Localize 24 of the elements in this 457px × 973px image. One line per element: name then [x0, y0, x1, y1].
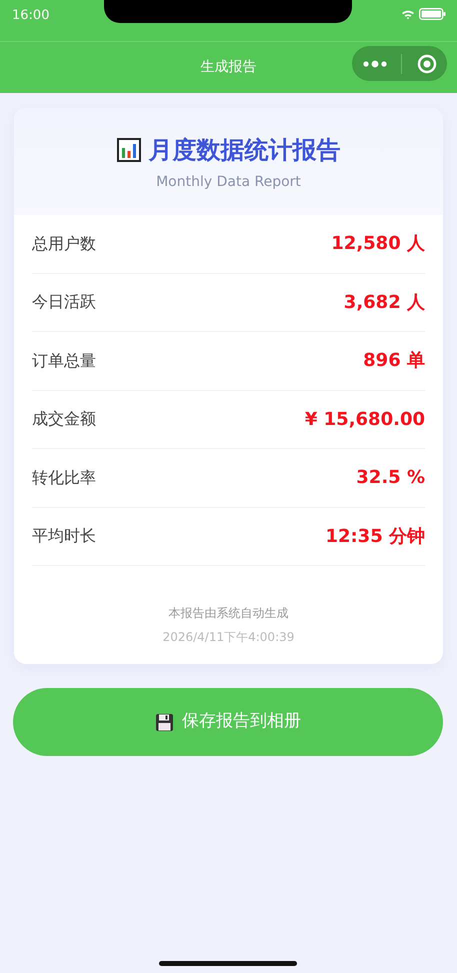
metric-label: 订单总量 [32, 350, 96, 372]
wifi-icon [401, 8, 415, 20]
metric-value: ¥ 15,680.00 [304, 408, 425, 432]
close-icon[interactable] [417, 54, 437, 74]
metric-value: 12,580 人 [331, 232, 425, 256]
metric-label: 今日活跃 [32, 291, 96, 314]
metric-label: 成交金额 [32, 408, 96, 430]
metric-label: 转化比率 [32, 466, 96, 489]
battery-icon [419, 8, 446, 20]
bar-chart-icon [116, 138, 140, 162]
report-subtitle: Monthly Data Report [155, 173, 302, 192]
metric-value: 32.5 % [356, 466, 425, 490]
footer-note: 本报告由系统自动生成 [168, 605, 290, 622]
metric-value: 12:35 分钟 [325, 524, 425, 549]
metric-label: 总用户数 [32, 232, 96, 255]
metric-value: 896 单 [363, 349, 425, 374]
report-title: 月度数据统计报告 [148, 135, 340, 166]
more-icon[interactable] [363, 60, 387, 68]
status-time: 16:00 [11, 7, 50, 25]
page-title: 生成报告 [200, 58, 256, 77]
metric-value: 3,682 人 [344, 290, 425, 315]
report-timestamp: 2026/4/11下午4:00:39 [162, 629, 296, 646]
save-button[interactable]: 保存报告到相册 [13, 688, 443, 756]
metric-label: 平均时长 [32, 525, 96, 548]
